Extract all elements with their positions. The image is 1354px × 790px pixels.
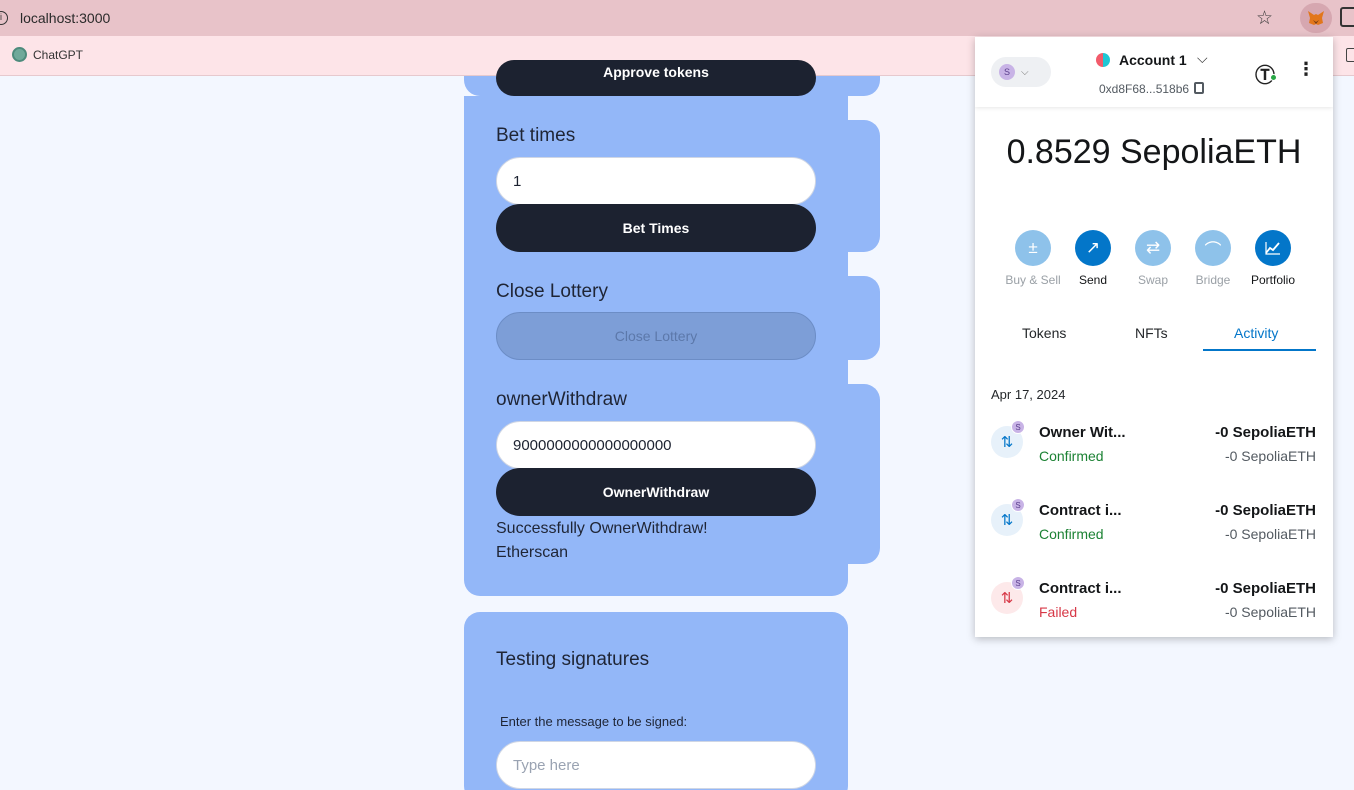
bet-times-button[interactable]: Bet Times [496,204,816,252]
transaction-name: Owner Wit... [1039,424,1126,441]
transaction-secondary-amount: -0 SepoliaETH [1224,604,1316,620]
metamask-extension-button[interactable] [1300,3,1332,33]
swap-button[interactable]: ⇄ Swap [1123,230,1183,287]
transaction-name: Contract i... [1039,502,1122,519]
balance-display: 0.8529 SepoliaETH [1006,133,1302,171]
network-badge-icon: S [1011,498,1025,512]
transaction-secondary-amount: -0 SepoliaETH [1224,448,1316,464]
message-label: Enter the message to be signed: [500,714,688,729]
account-address[interactable]: 0xd8F68...518b6 [1099,82,1189,96]
activity-date: Apr 17, 2024 [991,387,1066,402]
tab-activity[interactable]: Activity [1234,325,1278,341]
transaction-row[interactable]: ⇅ S Contract i... Confirmed -0 SepoliaET… [975,498,1333,558]
tab-nfts[interactable]: NFTs [1135,325,1168,341]
bookmarks-folder-icon[interactable] [1346,48,1354,62]
bet-times-title: Bet times [496,125,576,146]
send-button[interactable]: ↗ Send [1063,230,1123,287]
buy-sell-button[interactable]: ± Buy & Sell [1003,230,1063,287]
owner-withdraw-title: ownerWithdraw [496,389,627,410]
transaction-amount: -0 SepoliaETH [1215,424,1316,441]
metamask-header: S ⌵ Account 1 ⌵ 0xd8F68...518b6 Ⓣ ⋮ [975,37,1333,107]
account-avatar [1096,53,1110,67]
transaction-secondary-amount: -0 SepoliaETH [1224,526,1316,542]
transaction-row[interactable]: ⇅ S Contract i... Failed -0 SepoliaETH -… [975,576,1333,636]
bookmark-star-icon[interactable]: ☆ [1256,7,1273,30]
transaction-name: Contract i... [1039,580,1122,597]
bridge-icon: ⌒ [1195,230,1231,266]
transaction-status: Failed [1039,604,1078,620]
chart-icon [1255,230,1291,266]
transaction-status: Confirmed [1039,448,1104,464]
bookmark-chatgpt[interactable]: ChatGPT [12,47,83,62]
address-bar[interactable]: localhost:3000 [20,10,110,26]
active-tab-indicator [1203,349,1316,351]
send-arrow-icon: ↗ [1075,230,1111,266]
site-info-icon[interactable]: i [0,11,8,25]
account-name[interactable]: Account 1 [1119,52,1187,68]
metamask-popup: S ⌵ Account 1 ⌵ 0xd8F68...518b6 Ⓣ ⋮ 0.85… [975,37,1333,637]
extensions-icon[interactable] [1340,7,1354,27]
network-picker[interactable]: S ⌵ [991,57,1051,87]
transaction-row[interactable]: ⇅ S Owner Wit... Confirmed -0 SepoliaETH… [975,420,1333,480]
approve-tokens-button[interactable]: Approve tokens [496,60,816,96]
transaction-status: Confirmed [1039,526,1104,542]
copy-icon[interactable] [1194,82,1204,94]
swap-icon: ⇄ [1135,230,1171,266]
close-lottery-button[interactable]: Close Lottery [496,312,816,360]
connected-status-dot [1270,74,1277,81]
close-lottery-title: Close Lottery [496,281,608,302]
portfolio-button[interactable]: Portfolio [1243,230,1303,287]
message-input[interactable]: Type here [496,741,816,789]
browser-toolbar: i localhost:3000 ☆ [0,0,1354,36]
bridge-button[interactable]: ⌒ Bridge [1183,230,1243,287]
owner-withdraw-input[interactable]: 9000000000000000000 [496,421,816,469]
etherscan-link[interactable]: Etherscan [496,544,568,562]
tab-tokens[interactable]: Tokens [1022,325,1066,341]
chevron-down-icon: ⌵ [1021,66,1029,78]
withdraw-status-text: Successfully OwnerWithdraw! [496,520,708,537]
chatgpt-icon [12,47,27,62]
testing-signatures-title: Testing signatures [496,649,650,670]
kebab-menu-icon[interactable]: ⋮ [1297,59,1315,80]
network-badge: S [999,64,1015,80]
buy-sell-icon: ± [1015,230,1051,266]
owner-withdraw-button[interactable]: OwnerWithdraw [496,468,816,516]
metamask-fox-icon [1308,11,1324,25]
bookmark-label: ChatGPT [33,47,84,62]
network-badge-icon: S [1011,576,1025,590]
transaction-amount: -0 SepoliaETH [1215,502,1316,519]
bet-times-input[interactable]: 1 [496,157,816,205]
account-chevron-icon[interactable]: ⌵ [1197,50,1208,67]
network-badge-icon: S [1011,420,1025,434]
transaction-amount: -0 SepoliaETH [1215,580,1316,597]
